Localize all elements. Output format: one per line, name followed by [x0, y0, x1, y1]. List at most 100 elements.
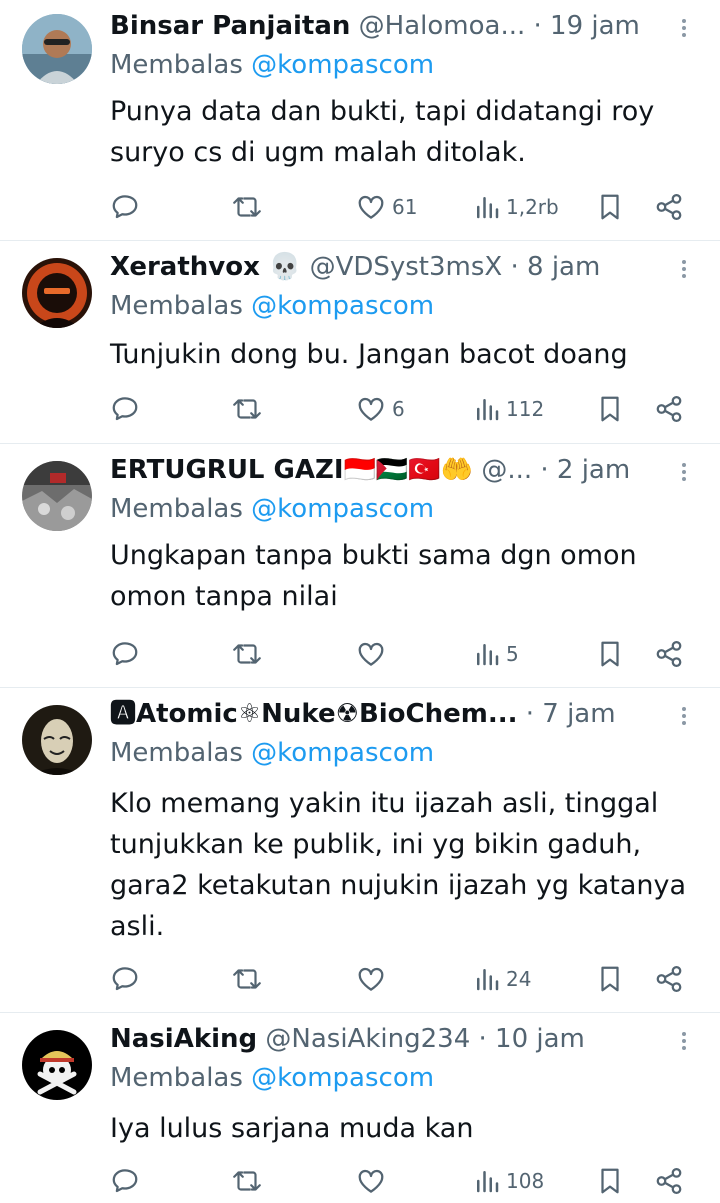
- action-bar: 24: [0, 959, 720, 999]
- views-icon: [477, 399, 499, 421]
- timestamp[interactable]: · 7 jam: [526, 699, 616, 729]
- reply-icon: [112, 397, 138, 421]
- retweet-icon: [233, 969, 261, 989]
- user-handle[interactable]: @NasiAking234: [265, 1024, 470, 1054]
- user-handle[interactable]: @VDSyst3msX: [310, 252, 503, 282]
- view-count: 112: [506, 397, 545, 421]
- bookmark-button[interactable]: [596, 187, 624, 227]
- views-icon: [477, 644, 499, 666]
- share-button[interactable]: [654, 187, 684, 227]
- share-icon: [656, 966, 682, 992]
- views-button[interactable]: 112: [474, 389, 544, 429]
- like-count: 61: [392, 195, 418, 219]
- display-name[interactable]: 🅰Atomic⚛Nuke☢BioChem...: [110, 699, 517, 729]
- view-count: 24: [506, 967, 532, 991]
- retweet-button[interactable]: [230, 959, 264, 999]
- display-name[interactable]: Xerathvox 💀: [110, 252, 301, 282]
- share-button[interactable]: [654, 389, 684, 429]
- timestamp[interactable]: · 2 jam: [540, 455, 630, 485]
- reply-button[interactable]: [110, 187, 140, 227]
- user-handle[interactable]: @...: [481, 455, 532, 485]
- bookmark-button[interactable]: [596, 389, 624, 429]
- bookmark-icon: [601, 1168, 619, 1194]
- reply-button[interactable]: [110, 634, 140, 674]
- avatar[interactable]: [22, 705, 92, 775]
- reply-button[interactable]: [110, 389, 140, 429]
- action-bar: 61 1,2rb: [0, 187, 720, 227]
- timestamp[interactable]: · 19 jam: [534, 11, 640, 41]
- user-handle[interactable]: @Halomoa...: [359, 11, 526, 41]
- display-name[interactable]: Binsar Panjaitan: [110, 11, 350, 41]
- mention-link[interactable]: @kompascom: [251, 1063, 434, 1093]
- retweet-icon: [233, 197, 261, 217]
- like-button[interactable]: 6: [356, 389, 405, 429]
- replying-label: Membalas: [110, 1063, 243, 1093]
- share-button[interactable]: [654, 1161, 684, 1201]
- tweet-header: Xerathvox 💀 @VDSyst3msX · 8 jam: [110, 249, 670, 285]
- text-line: gara2 ketakutan nujukin ijazah yg katany…: [110, 870, 687, 901]
- more-icon[interactable]: [676, 257, 692, 285]
- more-icon[interactable]: [676, 16, 692, 44]
- tweet-1[interactable]: Binsar Panjaitan @Halomoa... · 19 jam Me…: [0, 0, 720, 241]
- bookmark-button[interactable]: [596, 634, 624, 674]
- text-line: Ungkapan tanpa bukti sama dgn omon: [110, 540, 637, 571]
- tweet-text: Tunjukin dong bu. Jangan bacot doang: [110, 334, 710, 375]
- text-line: Punya data dan bukti, tapi didatangi roy: [110, 96, 655, 127]
- bookmark-icon: [601, 396, 619, 422]
- heart-icon: [358, 967, 384, 991]
- bookmark-icon: [601, 194, 619, 220]
- like-button[interactable]: [356, 1161, 386, 1201]
- reply-icon: [112, 195, 138, 219]
- retweet-button[interactable]: [230, 389, 264, 429]
- reply-button[interactable]: [110, 959, 140, 999]
- tweet-text: Klo memang yakin itu ijazah asli, tingga…: [110, 783, 710, 947]
- bookmark-button[interactable]: [596, 1161, 624, 1201]
- reply-button[interactable]: [110, 1161, 140, 1201]
- tweet-header: 🅰Atomic⚛Nuke☢BioChem... · 7 jam: [110, 696, 670, 732]
- views-icon: [477, 197, 499, 219]
- more-icon[interactable]: [676, 1029, 692, 1057]
- views-button[interactable]: 24: [474, 959, 531, 999]
- display-name[interactable]: NasiAking: [110, 1024, 257, 1054]
- views-button[interactable]: 108: [474, 1161, 544, 1201]
- avatar[interactable]: [22, 461, 92, 531]
- tweet-3[interactable]: ERTUGRUL GAZI🇮🇩🇵🇸🇹🇷🤲 @... · 2 jam Membal…: [0, 444, 720, 688]
- mention-link[interactable]: @kompascom: [251, 494, 434, 524]
- avatar[interactable]: [22, 258, 92, 328]
- like-button[interactable]: [356, 959, 386, 999]
- retweet-button[interactable]: [230, 1161, 264, 1201]
- views-button[interactable]: 1,2rb: [474, 187, 559, 227]
- mention-link[interactable]: @kompascom: [251, 291, 434, 321]
- tweet-2[interactable]: Xerathvox 💀 @VDSyst3msX · 8 jam Membalas…: [0, 241, 720, 444]
- share-button[interactable]: [654, 634, 684, 674]
- action-bar: 5: [0, 634, 720, 674]
- avatar[interactable]: [22, 14, 92, 84]
- tweet-4[interactable]: 🅰Atomic⚛Nuke☢BioChem... · 7 jam Membalas…: [0, 688, 720, 1013]
- tweet-text: Ungkapan tanpa bukti sama dgn omon omon …: [110, 535, 710, 617]
- more-icon[interactable]: [676, 460, 692, 488]
- more-icon[interactable]: [676, 704, 692, 732]
- bookmark-icon: [601, 966, 619, 992]
- replying-label: Membalas: [110, 738, 243, 768]
- replying-to: Membalas @kompascom: [110, 736, 434, 770]
- like-button[interactable]: [356, 634, 386, 674]
- tweet-5[interactable]: NasiAking @NasiAking234 · 10 jam Membala…: [0, 1013, 720, 1203]
- heart-icon: [358, 642, 384, 666]
- replying-to: Membalas @kompascom: [110, 289, 434, 323]
- like-button[interactable]: 61: [356, 187, 417, 227]
- share-button[interactable]: [654, 959, 684, 999]
- display-name[interactable]: ERTUGRUL GAZI🇮🇩🇵🇸🇹🇷🤲: [110, 455, 473, 485]
- retweet-icon: [233, 399, 261, 419]
- avatar[interactable]: [22, 1030, 92, 1100]
- retweet-button[interactable]: [230, 634, 264, 674]
- timestamp[interactable]: · 8 jam: [511, 252, 601, 282]
- bookmark-button[interactable]: [596, 959, 624, 999]
- tweet-header: NasiAking @NasiAking234 · 10 jam: [110, 1021, 670, 1057]
- retweet-button[interactable]: [230, 187, 264, 227]
- replying-label: Membalas: [110, 494, 243, 524]
- timestamp[interactable]: · 10 jam: [479, 1024, 585, 1054]
- mention-link[interactable]: @kompascom: [251, 50, 434, 80]
- views-button[interactable]: 5: [474, 634, 519, 674]
- replying-label: Membalas: [110, 291, 243, 321]
- mention-link[interactable]: @kompascom: [251, 738, 434, 768]
